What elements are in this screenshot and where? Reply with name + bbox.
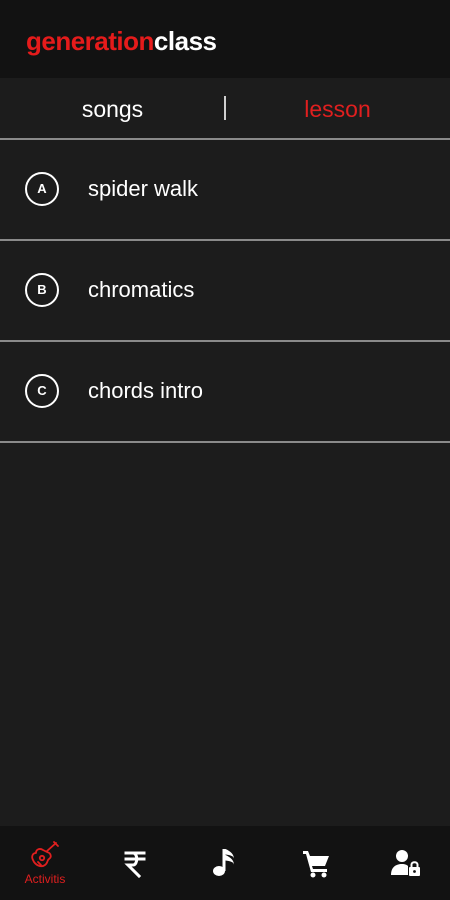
guitar-icon [31, 841, 59, 868]
lesson-title: chords intro [88, 378, 203, 403]
tab-lesson[interactable]: lesson [225, 78, 450, 138]
logo-part-generation: generation [26, 26, 154, 56]
tab-songs[interactable]: songs [0, 78, 225, 138]
nav-account[interactable] [360, 826, 450, 900]
list-item-spider-walk[interactable]: A spider walk [0, 140, 450, 241]
lesson-list: A spider walk B chromatics C chords intr… [0, 140, 450, 443]
list-item-chords-intro[interactable]: C chords intro [0, 342, 450, 443]
app-logo: generationclass [26, 26, 217, 56]
user-lock-icon [391, 850, 420, 876]
rupee-icon [124, 851, 146, 878]
nav-fees[interactable] [90, 826, 180, 900]
app-root: generationclass songs lesson A spider wa… [0, 0, 450, 900]
top-app-bar: generationclass [0, 0, 450, 78]
nav-cart[interactable] [270, 826, 360, 900]
music-note-icon [213, 849, 234, 876]
lesson-title: spider walk [88, 176, 199, 201]
nav-music[interactable] [180, 826, 270, 900]
nav-activities-label: Activitis [24, 872, 66, 886]
list-item-chromatics[interactable]: B chromatics [0, 241, 450, 342]
lesson-badge: A [25, 172, 59, 206]
bottom-navigation: Activitis [0, 826, 450, 900]
cart-icon [303, 851, 329, 878]
lesson-badge: C [25, 374, 59, 408]
logo-part-class: class [153, 26, 217, 56]
lesson-badge: B [25, 273, 59, 307]
tab-bar: songs lesson [0, 78, 450, 140]
lesson-title: chromatics [88, 277, 195, 302]
nav-activities[interactable]: Activitis [0, 826, 90, 900]
